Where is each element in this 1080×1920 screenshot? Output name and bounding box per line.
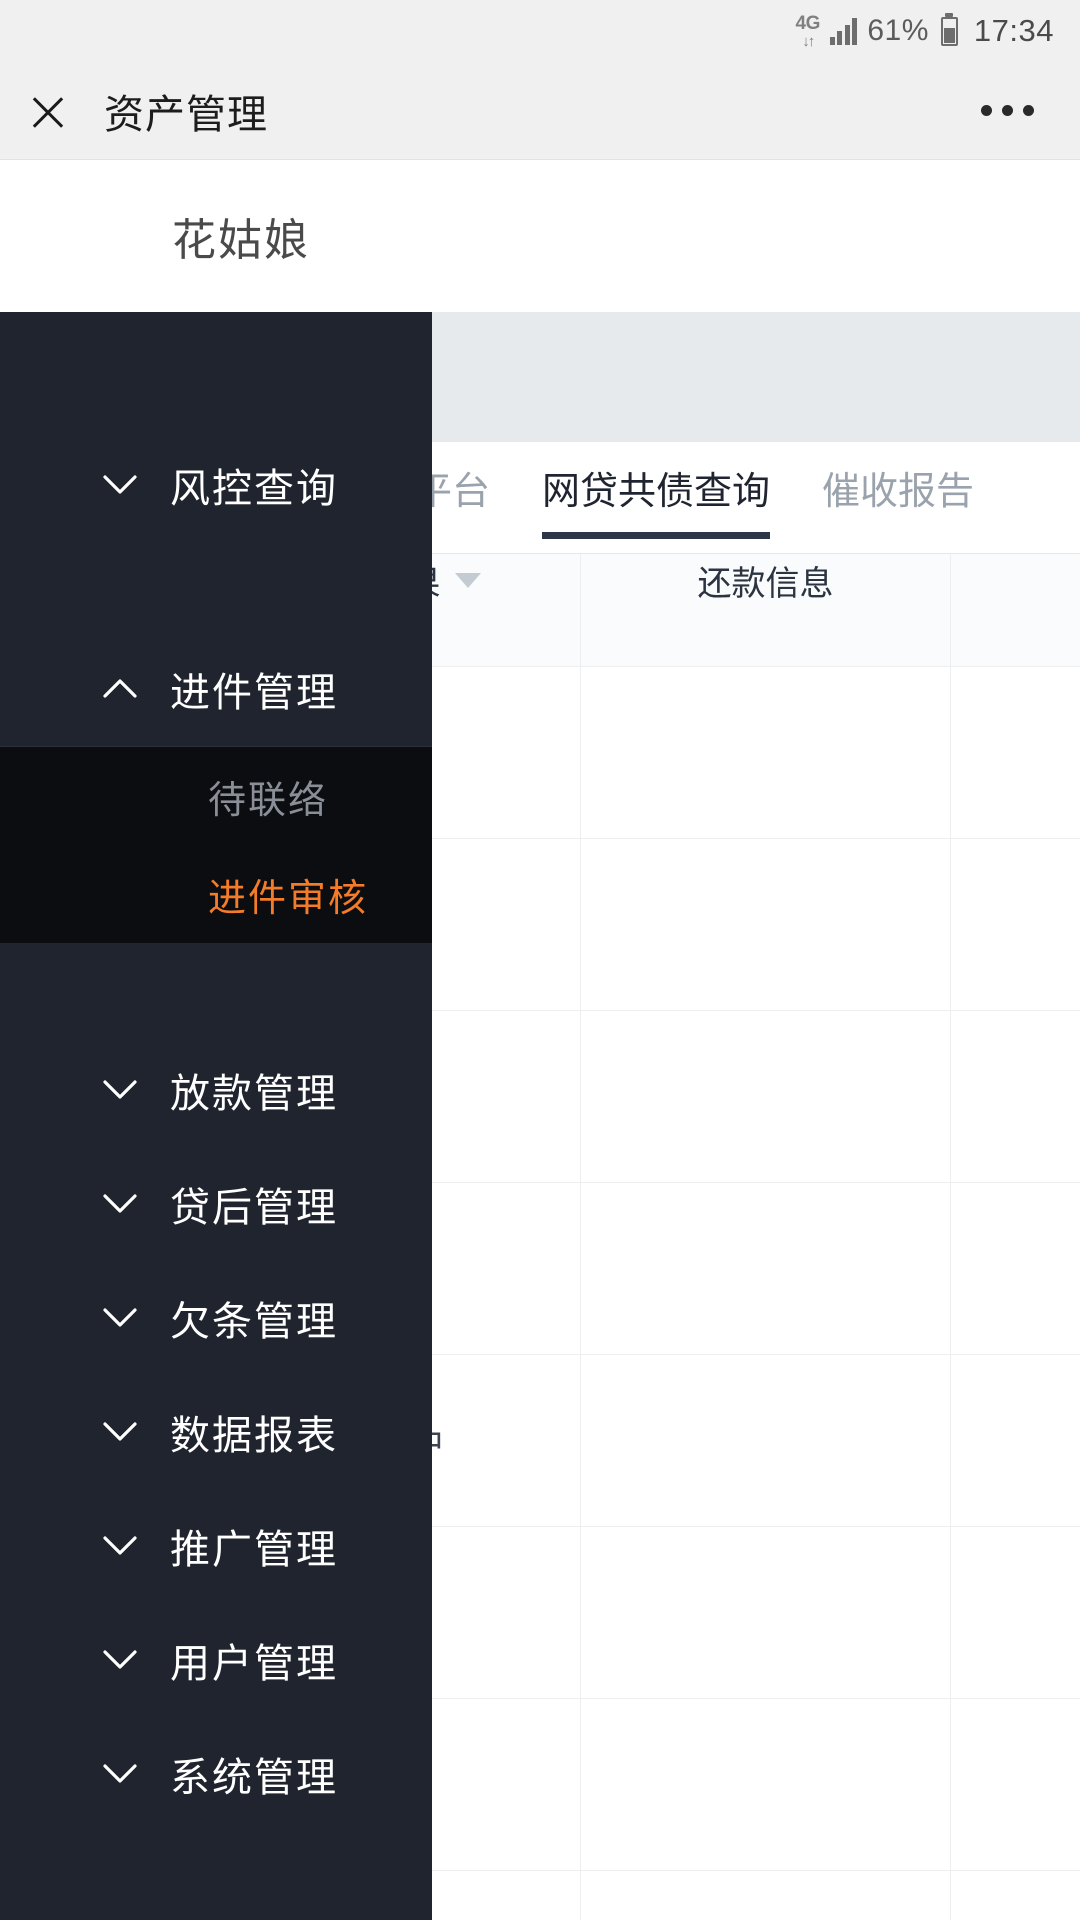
- chevron-up-icon: [100, 678, 140, 700]
- status-indicators: 4G ↓↑ 61% 17:34: [796, 13, 1054, 49]
- more-options-icon: [981, 105, 992, 116]
- sidebar-drawer: 风控查询 进件管理 待联络 进件审核 放款管理 贷后管理 欠条管理 数据报表 推…: [0, 312, 432, 1920]
- chevron-down-icon: [100, 1535, 140, 1557]
- column-header-repay[interactable]: 还款信息: [580, 554, 951, 667]
- cell-repay: [580, 1181, 951, 1355]
- tab-label: 网贷共债查询: [542, 471, 771, 513]
- tab-wangdai-gongzhai-chaxun[interactable]: 网贷共债查询: [542, 442, 771, 539]
- cell-extra: [950, 1869, 1080, 1920]
- chevron-down-icon: [100, 474, 140, 496]
- cell-repay: [580, 1869, 951, 1920]
- sidebar-submenu-jinjian-guanli: 待联络 进件审核: [0, 746, 432, 943]
- sidebar-item-label: 用户管理: [170, 1642, 338, 1686]
- chevron-down-icon: [100, 1421, 140, 1443]
- data-transfer-arrows: ↓↑: [802, 32, 815, 50]
- sidebar-item-label: 进件管理: [170, 671, 338, 715]
- chevron-down-icon: [100, 1649, 140, 1671]
- column-header-label: 还款信息: [697, 565, 834, 604]
- close-icon: [28, 91, 68, 131]
- cell-extra: [950, 1181, 1080, 1355]
- sidebar-subitem-label: 进件审核: [208, 877, 369, 920]
- sidebar-item-label: 贷后管理: [170, 1186, 338, 1230]
- cell-repay: [580, 665, 951, 839]
- sidebar-item-shuju-baobiao[interactable]: 数据报表: [0, 1375, 432, 1489]
- webview-nav-bar: 资产管理: [0, 62, 1080, 160]
- sidebar-item-xitong-guanli[interactable]: 系统管理: [0, 1717, 432, 1831]
- chevron-down-icon: [100, 1079, 140, 1101]
- cell-repay: [580, 1009, 951, 1183]
- more-options-button[interactable]: [981, 105, 1034, 116]
- more-options-icon: [1023, 105, 1034, 116]
- status-bar: 4G ↓↑ 61% 17:34: [0, 0, 1080, 62]
- sidebar-item-qiantiao-guanli[interactable]: 欠条管理: [0, 1261, 432, 1375]
- chevron-down-icon: [100, 1307, 140, 1329]
- sidebar-item-tuiguang-guanli[interactable]: 推广管理: [0, 1489, 432, 1603]
- sidebar-item-jinjian-guanli[interactable]: 进件管理: [0, 632, 432, 746]
- cell-repay: [580, 1353, 951, 1527]
- page-title: 资产管理: [104, 92, 268, 137]
- sidebar-item-label: 推广管理: [170, 1528, 338, 1572]
- chevron-down-icon: [100, 1193, 140, 1215]
- sidebar-item-label: 欠条管理: [170, 1300, 338, 1344]
- battery-icon: [940, 16, 958, 46]
- sidebar-item-label: 放款管理: [170, 1072, 338, 1116]
- column-header-extra[interactable]: [950, 554, 1080, 667]
- sidebar-item-fengkong-chaxun[interactable]: 风控查询: [0, 428, 432, 542]
- sidebar-item-label: 风控查询: [170, 467, 338, 511]
- cell-extra: [950, 1009, 1080, 1183]
- cell-repay: [580, 1697, 951, 1871]
- drawer-gap: [0, 943, 432, 1033]
- drawer-top-spacer: [0, 312, 432, 428]
- tab-cuishou-baogao[interactable]: 催收报告: [822, 442, 974, 539]
- tab-label: 催收报告: [822, 471, 975, 513]
- sidebar-item-label: 数据报表: [170, 1414, 338, 1458]
- network-type-icon: 4G ↓↑: [795, 12, 821, 50]
- cell-extra: [950, 1525, 1080, 1699]
- sidebar-item-fangkuan-guanli[interactable]: 放款管理: [0, 1033, 432, 1147]
- close-button[interactable]: [0, 62, 96, 160]
- sidebar-item-daihou-guanli[interactable]: 贷后管理: [0, 1147, 432, 1261]
- sort-caret-icon[interactable]: [454, 573, 481, 589]
- cell-extra: [950, 665, 1080, 839]
- battery-percent-label: 61%: [867, 14, 929, 47]
- sidebar-item-label: 系统管理: [170, 1756, 338, 1800]
- cell-repay: [580, 1525, 951, 1699]
- network-type-label: 4G: [795, 12, 821, 34]
- more-options-icon: [1002, 105, 1013, 116]
- sidebar-subitem-label: 待联络: [208, 779, 329, 822]
- status-bar-clock: 17:34: [973, 13, 1054, 48]
- brand-row: 花姑娘: [0, 160, 1080, 312]
- sidebar-subitem-dai-lianluo[interactable]: 待联络: [0, 747, 432, 845]
- sidebar-item-yonghu-guanli[interactable]: 用户管理: [0, 1603, 432, 1717]
- cell-extra: [950, 1353, 1080, 1527]
- cell-repay: [580, 837, 951, 1011]
- drawer-gap: [0, 542, 432, 632]
- chevron-down-icon: [100, 1763, 140, 1785]
- app-root: 4G ↓↑ 61% 17:34 资产管理 花姑娘 网贷共债查询 催收报告 还款信…: [0, 0, 1080, 1920]
- signal-bars-icon: [829, 17, 858, 45]
- sidebar-subitem-jinjian-shenhe[interactable]: 进件审核: [0, 845, 432, 943]
- cell-extra: [950, 1697, 1080, 1871]
- account-name: 花姑娘: [172, 216, 310, 265]
- cell-extra: [950, 837, 1080, 1011]
